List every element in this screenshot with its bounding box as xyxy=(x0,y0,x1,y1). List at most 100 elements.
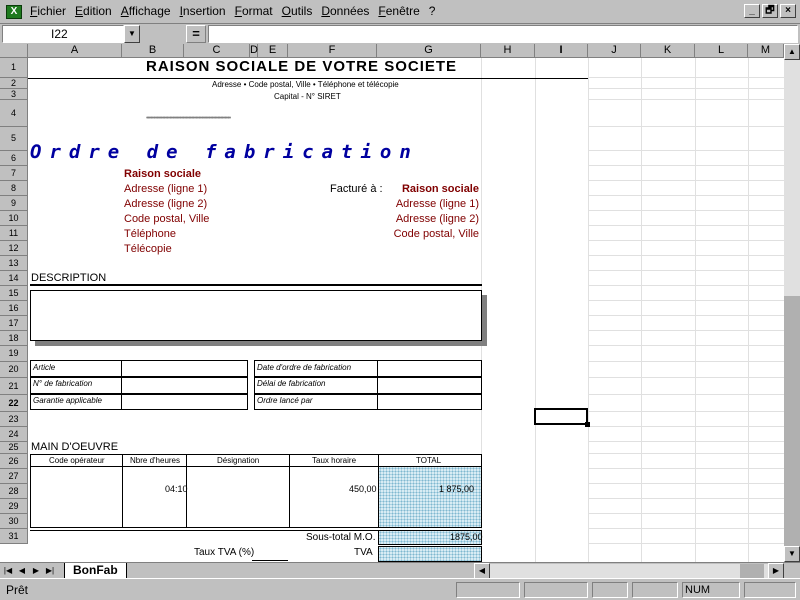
restore-button[interactable]: 🗗 xyxy=(762,4,778,18)
menu-edition[interactable]: Edition xyxy=(75,4,112,18)
menu-donnees[interactable]: Données xyxy=(321,4,369,18)
row-header-27[interactable]: 27 xyxy=(0,469,28,484)
row-header-20[interactable]: 20 xyxy=(0,362,28,378)
row-header-31[interactable]: 31 xyxy=(0,529,28,544)
cell-grid[interactable]: RAISON SOCIALE DE VOTRE SOCIETE Adresse … xyxy=(28,58,784,562)
gridline xyxy=(588,300,784,301)
order-date-label: Date d'ordre de fabrication xyxy=(257,363,352,372)
tab-bonfab[interactable]: BonFab xyxy=(64,563,127,579)
selected-cell-i22[interactable] xyxy=(534,408,590,427)
col-header-h[interactable]: H xyxy=(481,44,535,58)
close-button[interactable]: × xyxy=(780,4,796,18)
menu-outils[interactable]: Outils xyxy=(282,4,313,18)
edit-formula-button[interactable]: = xyxy=(186,25,206,43)
scroll-right-icon[interactable]: ▶ xyxy=(768,563,784,579)
col-header-j[interactable]: J xyxy=(588,44,641,58)
row-header-8[interactable]: 8 xyxy=(0,181,28,196)
col-header-a[interactable]: A xyxy=(28,44,122,58)
gridline xyxy=(588,361,784,362)
vertical-scroll-thumb[interactable] xyxy=(784,296,800,546)
scroll-down-icon[interactable]: ▼ xyxy=(784,546,800,562)
gridline xyxy=(748,58,749,562)
row-header-10[interactable]: 10 xyxy=(0,211,28,226)
row-header-2[interactable]: 2 xyxy=(0,78,28,89)
gridline xyxy=(535,58,536,562)
row-header-28[interactable]: 28 xyxy=(0,484,28,499)
gridline xyxy=(588,77,784,78)
excel-icon[interactable]: X xyxy=(6,5,22,19)
warranty-label: Garantie applicable xyxy=(33,396,102,405)
labor-table: Code opérateur Nbre d'heures Désignation… xyxy=(30,454,482,528)
status-text: Prêt xyxy=(6,583,29,597)
menu-format[interactable]: Format xyxy=(235,4,273,18)
col-header-i[interactable]: I xyxy=(535,44,588,58)
tab-last-icon[interactable]: ▶| xyxy=(44,564,56,578)
row-header-23[interactable]: 23 xyxy=(0,412,28,427)
row-header-7[interactable]: 7 xyxy=(0,166,28,181)
row-header-16[interactable]: 16 xyxy=(0,301,28,316)
name-box[interactable]: I22 xyxy=(2,25,124,43)
col-header-m[interactable]: M xyxy=(748,44,784,58)
row-header-24[interactable]: 24 xyxy=(0,427,28,442)
vertical-scrollbar[interactable]: ▲ ▼ xyxy=(784,44,800,562)
col-header-e[interactable]: E xyxy=(258,44,288,58)
row-header-14[interactable]: 14 xyxy=(0,271,28,286)
row-header-11[interactable]: 11 xyxy=(0,226,28,241)
row-header-6[interactable]: 6 xyxy=(0,151,28,166)
gridline xyxy=(588,195,784,196)
row-header-19[interactable]: 19 xyxy=(0,346,28,362)
gridline xyxy=(588,468,784,469)
col-header-k[interactable]: K xyxy=(641,44,695,58)
tab-next-icon[interactable]: ▶ xyxy=(30,564,42,578)
menu-fenetre[interactable]: Fenêtre xyxy=(378,4,419,18)
row-header-18[interactable]: 18 xyxy=(0,331,28,346)
menu-fichier[interactable]: Fichier xyxy=(30,4,66,18)
col-header-c[interactable]: C xyxy=(184,44,250,58)
row-header-3[interactable]: 3 xyxy=(0,89,28,100)
row-header-30[interactable]: 30 xyxy=(0,514,28,529)
scroll-left-icon[interactable]: ◀ xyxy=(474,563,490,579)
row-header-21[interactable]: 21 xyxy=(0,378,28,395)
col-header-l[interactable]: L xyxy=(695,44,748,58)
row-header-9[interactable]: 9 xyxy=(0,196,28,211)
row-header-25[interactable]: 25 xyxy=(0,442,28,454)
row-header-29[interactable]: 29 xyxy=(0,499,28,514)
row-header-5[interactable]: 5 xyxy=(0,127,28,151)
col-header-f[interactable]: F xyxy=(288,44,377,58)
horizontal-scrollbar[interactable]: ◀ ▶ xyxy=(474,563,784,579)
col-header-b[interactable]: B xyxy=(122,44,184,58)
row-header-13[interactable]: 13 xyxy=(0,256,28,271)
minimize-button[interactable]: _ xyxy=(744,4,760,18)
row-header-22[interactable]: 22 xyxy=(0,395,28,412)
order-by-label: Ordre lancé par xyxy=(257,396,313,405)
row-header-26[interactable]: 26 xyxy=(0,454,28,469)
select-all-corner[interactable] xyxy=(0,44,28,58)
formula-buttons xyxy=(142,25,184,43)
gridline xyxy=(695,58,696,562)
description-box[interactable] xyxy=(30,290,482,341)
subtotal-value: 1875,00 xyxy=(450,532,483,542)
name-box-dropdown-icon[interactable]: ▼ xyxy=(124,25,140,43)
gridline xyxy=(588,180,784,181)
row-header-1[interactable]: 1 xyxy=(0,58,28,78)
gridline xyxy=(588,426,784,427)
row-header-15[interactable]: 15 xyxy=(0,286,28,301)
menu-help[interactable]: ? xyxy=(429,4,436,18)
horizontal-scroll-thumb[interactable] xyxy=(740,564,764,578)
left-address-1: Adresse (ligne 1) xyxy=(124,183,208,195)
tab-first-icon[interactable]: |◀ xyxy=(2,564,14,578)
row-header-17[interactable]: 17 xyxy=(0,316,28,331)
form-title: Ordre de fabrication xyxy=(30,141,419,163)
row-header-4[interactable]: 4 xyxy=(0,100,28,127)
row-header-12[interactable]: 12 xyxy=(0,241,28,256)
left-fax: Télécopie xyxy=(124,243,172,255)
tab-prev-icon[interactable]: ◀ xyxy=(16,564,28,578)
scroll-up-icon[interactable]: ▲ xyxy=(784,44,800,60)
total-column-shading xyxy=(379,467,481,527)
formula-input[interactable] xyxy=(208,25,798,43)
col-header-d[interactable]: D xyxy=(250,44,258,58)
col-header-g[interactable]: G xyxy=(377,44,481,58)
menu-insertion[interactable]: Insertion xyxy=(180,4,226,18)
menu-affichage[interactable]: Affichage xyxy=(121,4,171,18)
gridline xyxy=(588,315,784,316)
